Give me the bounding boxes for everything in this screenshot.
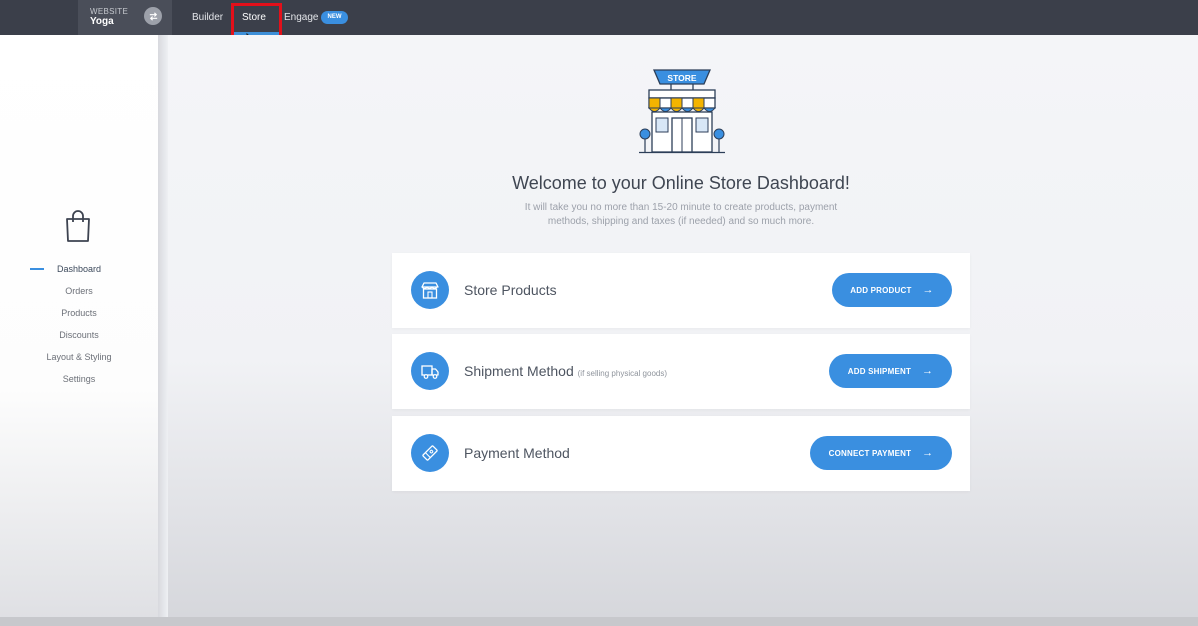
add-shipment-button[interactable]: ADD SHIPMENT → (829, 354, 952, 388)
sidebar-item-products[interactable]: Products (0, 308, 158, 318)
shipment-method-card: Shipment Method (if selling physical goo… (392, 334, 970, 409)
top-bar: WEBSITE Yoga Builder Store Engage NEW (0, 0, 1198, 35)
sidebar-item-orders[interactable]: Orders (0, 286, 158, 296)
shipment-method-note: (if selling physical goods) (577, 369, 667, 378)
store-products-card: Store Products ADD PRODUCT → (392, 253, 970, 328)
swap-icon[interactable] (144, 7, 162, 25)
sidebar-item-layout-styling[interactable]: Layout & Styling (0, 352, 158, 362)
new-badge: NEW (321, 11, 348, 24)
shipment-method-label: Shipment Method (464, 363, 574, 379)
page-subtitle: It will take you no more than 15-20 minu… (502, 201, 860, 229)
connect-payment-button[interactable]: CONNECT PAYMENT → (810, 436, 952, 470)
sidebar-divider (158, 35, 168, 626)
payment-tag-icon (411, 434, 449, 472)
website-name: Yoga (90, 16, 114, 27)
store-icon (411, 271, 449, 309)
payment-method-card: Payment Method CONNECT PAYMENT → (392, 416, 970, 491)
arrow-right-icon: → (922, 447, 934, 459)
add-product-label: ADD PRODUCT (850, 285, 912, 295)
nav-engage[interactable]: Engage (284, 12, 318, 23)
connect-payment-label: CONNECT PAYMENT (828, 448, 912, 458)
shopping-bag-icon (66, 210, 90, 242)
storefront-illustration: STORE (639, 69, 725, 154)
add-shipment-label: ADD SHIPMENT (847, 366, 912, 376)
payment-method-title: Payment Method (464, 445, 570, 461)
add-product-button[interactable]: ADD PRODUCT → (832, 273, 952, 307)
website-switcher[interactable]: WEBSITE Yoga (78, 0, 172, 35)
truck-icon (411, 352, 449, 390)
nav-builder[interactable]: Builder (192, 12, 223, 23)
arrow-right-icon: → (922, 365, 934, 377)
store-sign-text: STORE (667, 73, 696, 83)
page-title: Welcome to your Online Store Dashboard! (512, 173, 850, 193)
website-caption: WEBSITE (90, 7, 129, 16)
subtitle-line-2: methods, shipping and taxes (if needed) … (547, 216, 815, 227)
sidebar-item-settings[interactable]: Settings (0, 374, 158, 384)
subtitle-line-1: It will take you no more than 15-20 minu… (524, 202, 838, 213)
bottom-edge (0, 617, 1198, 626)
shipment-method-title: Shipment Method (if selling physical goo… (464, 363, 667, 379)
arrow-right-icon: → (922, 284, 934, 296)
sidebar-item-dashboard[interactable]: Dashboard (0, 264, 158, 274)
sidebar-item-discounts[interactable]: Discounts (0, 330, 158, 340)
store-products-title: Store Products (464, 282, 557, 298)
